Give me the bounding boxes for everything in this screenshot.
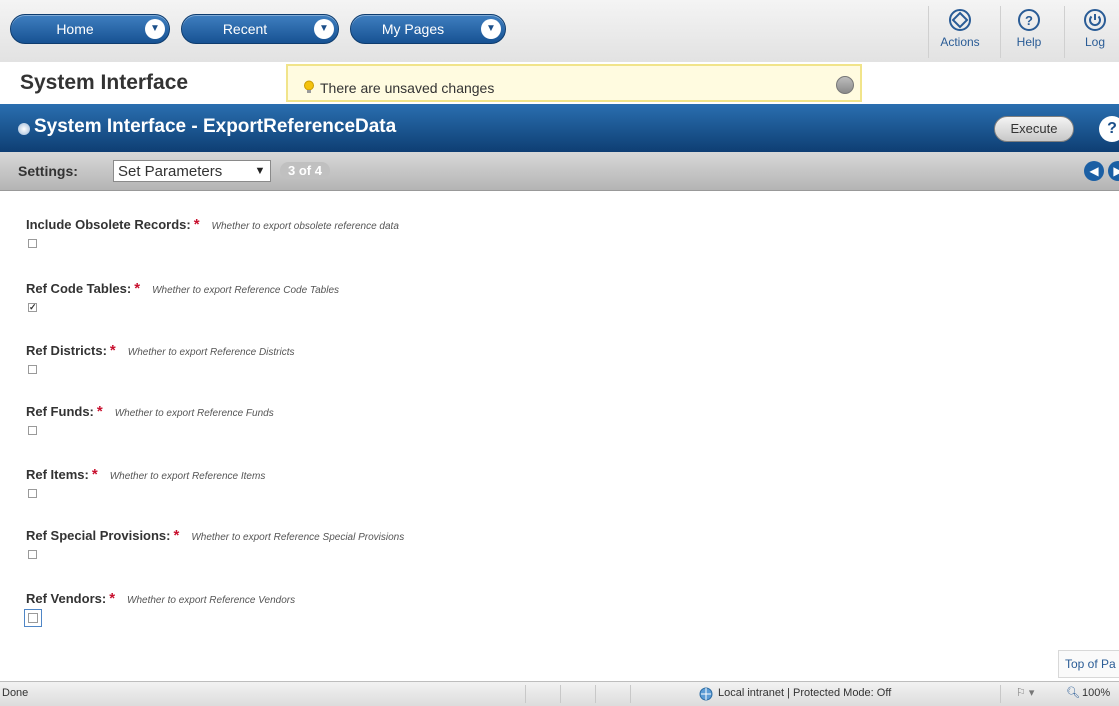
ref-special-provisions-checkbox[interactable] — [28, 550, 37, 559]
ref-code-tables-checkbox[interactable]: ✓ — [28, 303, 37, 312]
field-label: Ref Funds: — [26, 404, 94, 419]
zoom-icon[interactable]: 🔍︎ — [1066, 686, 1080, 699]
panel-help-icon[interactable]: ? — [1099, 116, 1119, 142]
unsaved-changes-notice: There are unsaved changes — [286, 64, 862, 102]
ref-items-checkbox[interactable] — [28, 489, 37, 498]
field-help-text: Whether to export Reference Items — [109, 471, 266, 482]
field-label: Ref Special Provisions: — [26, 528, 171, 543]
required-marker: * — [173, 527, 180, 544]
status-divider — [630, 685, 631, 703]
power-icon — [1084, 9, 1106, 31]
checkmark-icon: ✓ — [29, 302, 37, 312]
required-marker: * — [109, 342, 116, 359]
top-nav-bar: Home ▼ Recent ▼ My Pages ▼ Actions ? Hel… — [0, 0, 1119, 63]
field-help-text: Whether to export Reference Funds — [114, 408, 274, 419]
include-obsolete-records-checkbox[interactable] — [28, 239, 37, 248]
protected-mode-icon[interactable]: ⚐ ▾ — [1016, 686, 1034, 699]
my-pages-menu-button[interactable]: My Pages ▼ — [350, 14, 506, 44]
browser-status-bar: Done Local intranet | Protected Mode: Of… — [0, 681, 1119, 706]
required-marker: * — [109, 590, 116, 607]
status-text: Done — [2, 687, 29, 699]
field-label: Ref Items: — [26, 467, 89, 482]
field-ref-items: Ref Items: * Whether to export Reference I… — [26, 466, 266, 498]
collapse-panel-icon[interactable] — [18, 123, 30, 135]
status-divider — [595, 685, 596, 703]
top-of-page-link[interactable]: Top of Pa — [1058, 650, 1119, 678]
globe-icon — [699, 687, 713, 701]
field-label: Include Obsolete Records: — [26, 217, 191, 232]
field-ref-funds: Ref Funds: * Whether to export Reference F… — [26, 403, 274, 435]
page-title: System Interface — [20, 71, 189, 94]
field-label: Ref Code Tables: — [26, 281, 132, 296]
actions-button[interactable]: Actions — [928, 6, 991, 58]
field-label: Ref Vendors: — [26, 591, 107, 606]
panel-title: System Interface - ExportReferenceData — [34, 116, 397, 137]
help-button[interactable]: ? Help — [1000, 6, 1057, 58]
required-marker: * — [96, 403, 103, 420]
recent-menu-button[interactable]: Recent ▼ — [181, 14, 339, 44]
recent-label: Recent — [222, 21, 268, 37]
field-ref-districts: Ref Districts: * Whether to export Referen… — [26, 342, 295, 374]
field-ref-special-provisions: Ref Special Provisions: * Whether to expor… — [26, 527, 405, 559]
field-help-text: Whether to export Reference Districts — [127, 347, 295, 358]
lightbulb-icon — [304, 80, 314, 93]
field-help-text: Whether to export obsolete reference dat… — [211, 221, 399, 232]
field-help-text: Whether to export Reference Code Tables — [152, 285, 340, 296]
settings-label: Settings: — [18, 163, 78, 179]
actions-icon — [949, 9, 971, 31]
field-help-text: Whether to export Reference Special Prov… — [191, 532, 405, 543]
ref-vendors-checkbox[interactable] — [24, 609, 42, 627]
chevron-down-icon: ▼ — [481, 19, 501, 39]
ref-districts-checkbox[interactable] — [28, 365, 37, 374]
status-divider — [560, 685, 561, 703]
help-label: Help — [1016, 35, 1042, 49]
previous-page-icon[interactable]: ◀ — [1084, 161, 1104, 181]
logout-button[interactable]: Log — [1064, 6, 1119, 58]
status-divider — [525, 685, 526, 703]
field-ref-code-tables: Ref Code Tables: * Whether to export Refer… — [26, 280, 340, 312]
chevron-down-icon: ▼ — [250, 161, 270, 181]
required-marker: * — [91, 466, 98, 483]
chevron-down-icon: ▼ — [145, 19, 165, 39]
required-marker: * — [193, 216, 200, 233]
settings-bar: Settings: Set Parameters ▼ 3 of 4 ◀ ▶ — [0, 152, 1119, 191]
svg-text:?: ? — [1025, 13, 1033, 28]
zoom-level[interactable]: 100% — [1082, 687, 1110, 699]
checkbox-box — [28, 613, 38, 623]
required-marker: * — [134, 280, 141, 297]
next-page-icon[interactable]: ▶ — [1108, 161, 1119, 181]
execute-button[interactable]: Execute — [994, 116, 1074, 142]
settings-select[interactable]: Set Parameters ▼ — [113, 160, 271, 182]
ref-funds-checkbox[interactable] — [28, 426, 37, 435]
field-label: Ref Districts: — [26, 343, 107, 358]
panel-header: System Interface - ExportReferenceData — [0, 104, 1119, 152]
my-pages-label: My Pages — [381, 21, 445, 37]
field-include-obsolete-records: Include Obsolete Records: * Whether to exp… — [26, 216, 399, 248]
status-divider — [1000, 685, 1001, 703]
home-menu-button[interactable]: Home ▼ — [10, 14, 170, 44]
field-ref-vendors: Ref Vendors: * Whether to export Reference… — [24, 590, 296, 627]
page-count-badge: 3 of 4 — [280, 162, 330, 179]
field-help-text: Whether to export Reference Vendors — [127, 595, 296, 606]
security-zone-text: Local intranet | Protected Mode: Off — [718, 687, 892, 699]
help-icon: ? — [1018, 9, 1040, 31]
settings-selected-value: Set Parameters — [118, 163, 223, 180]
dismiss-notice-icon[interactable] — [836, 76, 854, 94]
notice-message: There are unsaved changes — [320, 80, 495, 96]
chevron-down-icon: ▼ — [314, 19, 334, 39]
logout-label: Log — [1084, 35, 1106, 49]
actions-label: Actions — [940, 35, 980, 49]
home-label: Home — [56, 21, 94, 37]
